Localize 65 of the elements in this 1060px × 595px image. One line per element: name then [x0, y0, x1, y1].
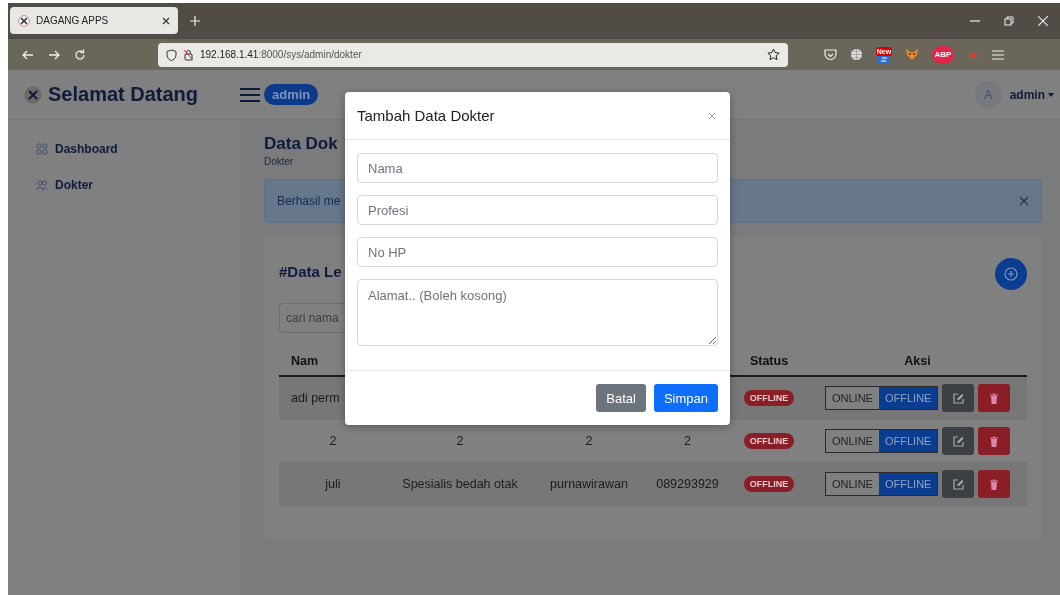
search-field[interactable]: cari nama — [279, 303, 345, 333]
edit-button[interactable] — [942, 427, 975, 455]
close-icon[interactable] — [162, 16, 170, 25]
delete-button[interactable] — [978, 384, 1011, 412]
pocket-icon[interactable] — [824, 48, 837, 61]
browser-tab[interactable]: DAGANG APPS — [10, 7, 178, 34]
fox-icon[interactable] — [905, 48, 919, 61]
delete-button[interactable] — [978, 470, 1011, 498]
edit-button[interactable] — [942, 470, 975, 498]
input-field[interactable]: Nama — [357, 153, 718, 183]
sidebar-item[interactable]: Dokter — [36, 178, 240, 192]
status-badge: OFFLINE — [743, 433, 795, 449]
toggle-option[interactable]: ONLINE — [826, 387, 879, 409]
alert-message: Berhasil me — [277, 194, 342, 208]
address-field[interactable]: Alamat.. (Boleh kosong) — [357, 279, 718, 346]
edit-button[interactable] — [942, 384, 975, 412]
users-icon — [36, 179, 48, 191]
trash-icon — [989, 478, 1000, 490]
user-menu[interactable]: admin — [1009, 87, 1054, 102]
new-tab-icon[interactable] — [190, 15, 200, 26]
breadcrumb: Dokter — [264, 156, 294, 167]
table-cell: juli — [279, 463, 387, 506]
bookmark-star-icon[interactable] — [767, 48, 780, 61]
page-title: Data Dok — [264, 134, 339, 154]
sidebar-item[interactable]: Dashboard — [36, 142, 240, 156]
table-cell: Spesialis bedah otak — [387, 463, 533, 506]
status-badge: OFFLINE — [743, 476, 795, 492]
adblock-button[interactable]: ABP — [932, 45, 954, 64]
cancel-button[interactable]: Batal — [596, 384, 646, 412]
edit-icon — [952, 435, 964, 447]
modal-title: Tambah Data Dokter — [357, 107, 495, 124]
menu-icon[interactable] — [992, 49, 1004, 60]
toggle-option[interactable]: OFFLINE — [878, 473, 938, 495]
role-badge: admin — [264, 84, 319, 105]
address-bar[interactable]: 192.168.1.41:8000/sys/admin/dokter — [158, 42, 788, 67]
hamburger-menu-icon[interactable] — [240, 86, 260, 103]
back-icon[interactable] — [22, 48, 34, 61]
toggle-option[interactable]: ONLINE — [826, 473, 879, 495]
url-text: 192.168.1.41:8000/sys/admin/dokter — [200, 49, 363, 60]
caret-icon — [1048, 92, 1054, 97]
plus-circle-icon — [1004, 267, 1018, 281]
lock-insecure-icon — [183, 48, 194, 61]
globe-icon[interactable] — [850, 48, 863, 61]
table-cell: purnawirawan — [533, 463, 645, 506]
edit-icon — [952, 392, 964, 404]
input-field[interactable]: Profesi — [357, 195, 718, 225]
toggle-option[interactable]: OFFLINE — [878, 387, 938, 409]
restore-icon[interactable] — [1004, 15, 1014, 26]
toggle-option[interactable]: OFFLINE — [878, 430, 938, 452]
tab-title: DAGANG APPS — [36, 15, 110, 26]
status-badge: OFFLINE — [743, 390, 795, 406]
grid-icon — [36, 143, 48, 155]
shield-icon — [166, 48, 177, 61]
trash-icon — [989, 392, 1000, 404]
delete-button[interactable] — [978, 427, 1011, 455]
trash-icon — [989, 435, 1000, 447]
reload-icon[interactable] — [74, 48, 86, 61]
brand-title: Selamat Datang — [48, 83, 199, 106]
card-title: #Data Le — [279, 262, 342, 280]
forward-icon[interactable] — [48, 48, 60, 61]
table-cell: 089293929 — [645, 463, 730, 506]
edit-icon — [952, 478, 964, 490]
input-field[interactable]: No HP — [357, 237, 718, 267]
save-button[interactable]: Simpan — [653, 384, 718, 412]
add-button[interactable] — [995, 258, 1027, 290]
